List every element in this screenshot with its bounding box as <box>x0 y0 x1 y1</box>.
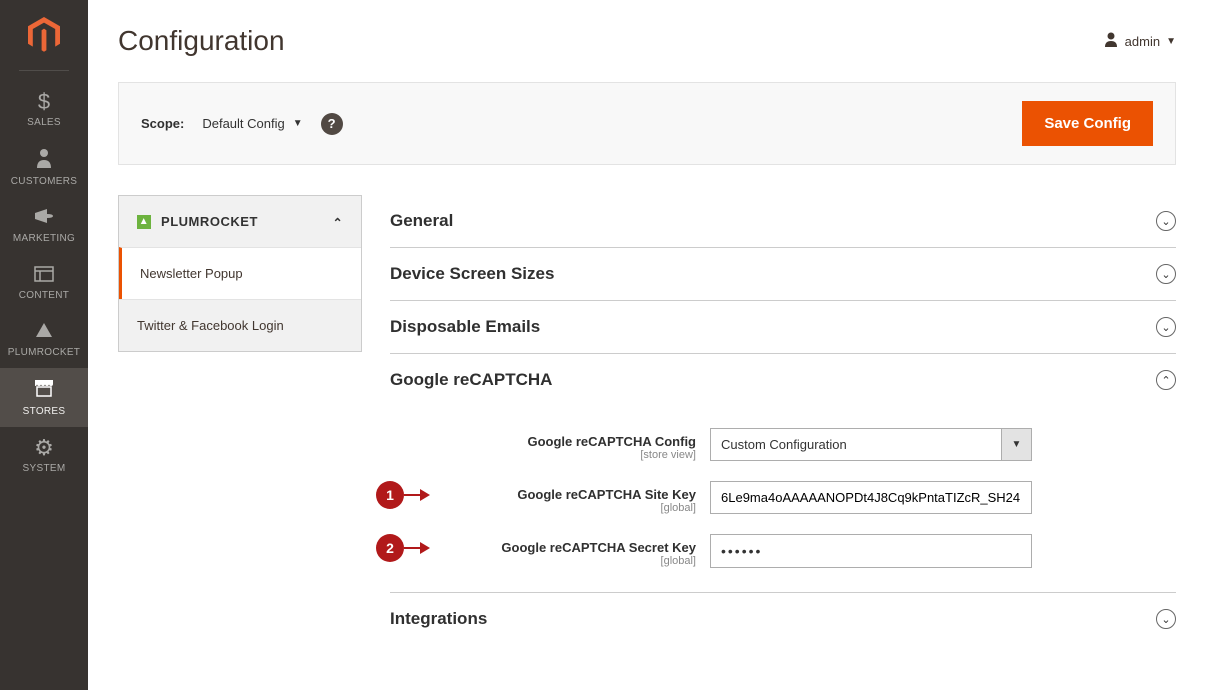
scope-value: Default Config <box>202 116 284 131</box>
callout-line <box>404 547 424 549</box>
admin-user-menu[interactable]: admin ▼ <box>1103 31 1176 52</box>
section-title: Integrations <box>390 609 487 629</box>
config-content: General ⌄ Device Screen Sizes ⌄ Disposab… <box>390 195 1176 645</box>
main-content: Configuration admin ▼ Scope: Default Con… <box>88 0 1206 670</box>
config-columns: ▲ PLUMROCKET ⌄ Newsletter Popup Twitter … <box>118 195 1176 645</box>
nav-label: STORES <box>23 406 66 417</box>
section-disposable-emails[interactable]: Disposable Emails ⌄ <box>390 301 1176 354</box>
nav-label: CUSTOMERS <box>11 176 77 187</box>
scope-select[interactable]: Default Config ▼ <box>202 116 302 131</box>
admin-sidebar: $ SALES CUSTOMERS MARKETING CONTENT PLUM… <box>0 0 88 690</box>
nav-sales[interactable]: $ SALES <box>0 81 88 138</box>
tab-label: Twitter & Facebook Login <box>137 318 284 333</box>
section-title: Google reCAPTCHA <box>390 370 552 390</box>
dropdown-toggle-icon[interactable]: ▼ <box>1002 428 1032 461</box>
section-title: General <box>390 211 453 231</box>
section-title: Disposable Emails <box>390 317 540 337</box>
section-title: Device Screen Sizes <box>390 264 554 284</box>
nav-label: MARKETING <box>13 233 75 244</box>
scope-switcher: Scope: Default Config ▼ ? <box>141 113 343 135</box>
mountain-icon <box>34 321 54 343</box>
field-control <box>710 481 1032 514</box>
recaptcha-secret-key-input[interactable]: •••••• <box>710 534 1032 568</box>
store-icon <box>33 378 55 402</box>
save-config-button[interactable]: Save Config <box>1022 101 1153 146</box>
section-google-recaptcha[interactable]: Google reCAPTCHA ⌄ <box>390 354 1176 406</box>
recaptcha-site-key-input[interactable] <box>710 481 1032 514</box>
expand-icon: ⌄ <box>1156 609 1176 629</box>
expand-icon: ⌄ <box>1156 317 1176 337</box>
callout-2: 2 <box>376 534 430 562</box>
field-label: Google reCAPTCHA Config [store view] <box>450 428 710 461</box>
user-icon <box>1103 31 1119 52</box>
caret-down-icon: ▼ <box>293 118 303 129</box>
field-control: •••••• <box>710 534 1032 568</box>
field-label: Google reCAPTCHA Site Key [global] <box>450 481 710 514</box>
tab-group-plumrocket: ▲ PLUMROCKET ⌄ Newsletter Popup Twitter … <box>118 195 362 352</box>
nav-plumrocket[interactable]: PLUMROCKET <box>0 311 88 368</box>
nav-content[interactable]: CONTENT <box>0 254 88 311</box>
nav-marketing[interactable]: MARKETING <box>0 197 88 254</box>
caret-down-icon: ▼ <box>1166 36 1176 47</box>
callout-number: 2 <box>376 534 404 562</box>
field-recaptcha-config: Google reCAPTCHA Config [store view] Cus… <box>390 428 1176 461</box>
tab-label: Newsletter Popup <box>140 266 243 281</box>
dollar-icon: $ <box>38 91 50 113</box>
tab-group-title: PLUMROCKET <box>161 214 258 229</box>
section-general[interactable]: General ⌄ <box>390 195 1176 248</box>
nav-customers[interactable]: CUSTOMERS <box>0 138 88 197</box>
nav-system[interactable]: ⚙ SYSTEM <box>0 427 88 484</box>
label-scope: [global] <box>450 555 696 567</box>
section-device-screen-sizes[interactable]: Device Screen Sizes ⌄ <box>390 248 1176 301</box>
nav-label: SALES <box>27 117 61 128</box>
scope-label: Scope: <box>141 116 184 131</box>
callout-1: 1 <box>376 481 430 509</box>
gear-icon: ⚙ <box>34 437 54 459</box>
select-value: Custom Configuration <box>710 428 1002 461</box>
expand-icon: ⌄ <box>1156 264 1176 284</box>
label-text: Google reCAPTCHA Config <box>450 434 696 449</box>
config-tabs-panel: ▲ PLUMROCKET ⌄ Newsletter Popup Twitter … <box>118 195 362 645</box>
megaphone-icon <box>33 207 55 229</box>
person-icon <box>35 148 53 172</box>
tab-twitter-facebook-login[interactable]: Twitter & Facebook Login <box>119 299 361 351</box>
magento-logo[interactable] <box>24 15 64 55</box>
callout-number: 1 <box>376 481 404 509</box>
callout-line <box>404 494 424 496</box>
divider <box>19 70 69 71</box>
help-icon[interactable]: ? <box>321 113 343 135</box>
nav-label: CONTENT <box>19 290 69 301</box>
field-recaptcha-secret-key: 2 Google reCAPTCHA Secret Key [global] •… <box>390 534 1176 568</box>
tab-group-header[interactable]: ▲ PLUMROCKET ⌄ <box>119 196 361 247</box>
field-recaptcha-site-key: 1 Google reCAPTCHA Site Key [global] <box>390 481 1176 514</box>
recaptcha-section-body: Google reCAPTCHA Config [store view] Cus… <box>390 406 1176 593</box>
chevron-up-icon: ⌄ <box>332 215 343 229</box>
admin-username: admin <box>1125 34 1160 49</box>
field-control: Custom Configuration ▼ <box>710 428 1032 461</box>
field-label: Google reCAPTCHA Secret Key [global] <box>450 534 710 567</box>
nav-stores[interactable]: STORES <box>0 368 88 427</box>
nav-label: SYSTEM <box>23 463 66 474</box>
collapse-icon: ⌄ <box>1156 370 1176 390</box>
page-title: Configuration <box>118 25 285 57</box>
label-text: Google reCAPTCHA Site Key <box>450 487 696 502</box>
label-text: Google reCAPTCHA Secret Key <box>450 540 696 555</box>
section-integrations[interactable]: Integrations ⌄ <box>390 593 1176 645</box>
toolbar: Scope: Default Config ▼ ? Save Config <box>118 82 1176 165</box>
layout-icon <box>34 264 54 286</box>
tab-newsletter-popup[interactable]: Newsletter Popup <box>119 247 361 299</box>
page-header: Configuration admin ▼ <box>118 25 1176 57</box>
recaptcha-config-select[interactable]: Custom Configuration ▼ <box>710 428 1032 461</box>
label-scope: [global] <box>450 502 696 514</box>
label-scope: [store view] <box>450 449 696 461</box>
nav-label: PLUMROCKET <box>8 347 80 358</box>
plumrocket-brand-icon: ▲ <box>137 215 151 229</box>
expand-icon: ⌄ <box>1156 211 1176 231</box>
